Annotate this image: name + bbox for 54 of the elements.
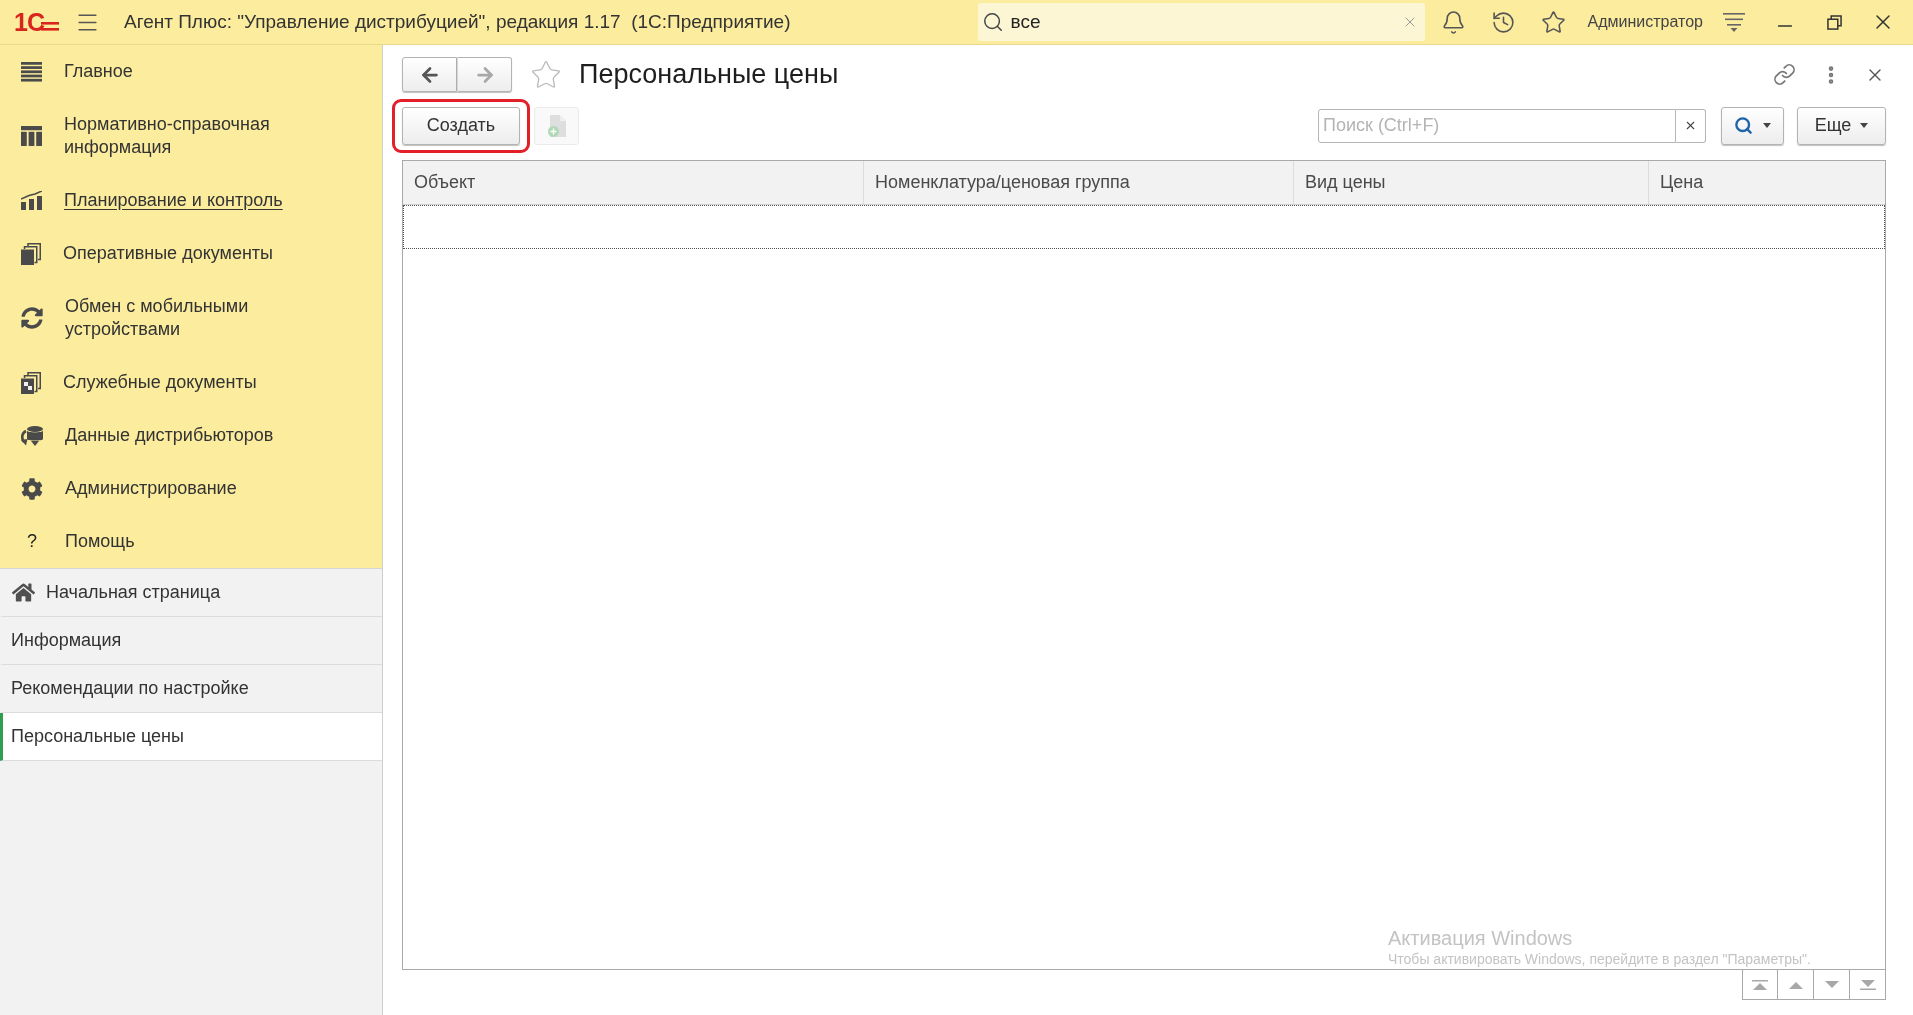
list-lines-icon: [21, 61, 42, 82]
database-icon: [21, 425, 43, 446]
refresh-icon: [21, 307, 43, 329]
caret-icon: [1860, 123, 1869, 128]
star-icon[interactable]: [530, 58, 562, 91]
history-icon[interactable]: [1490, 9, 1516, 35]
user-name[interactable]: Администратор: [1587, 10, 1703, 34]
bar-triangle-up-icon: [1752, 979, 1768, 990]
column-header[interactable]: Объект: [403, 161, 864, 204]
empty-row[interactable]: [403, 205, 1885, 249]
link-icon[interactable]: [1773, 63, 1796, 86]
section-link[interactable]: Нормативно-справочная информация: [21, 113, 354, 159]
search-field[interactable]: все: [977, 3, 1425, 41]
stacked-documents-icon: [21, 371, 41, 394]
bell-icon[interactable]: [1440, 9, 1466, 35]
app-logo: 1С: [14, 8, 59, 36]
settings-icon: [21, 477, 43, 500]
section-link[interactable]: ? Помощь: [21, 530, 135, 553]
add-document-icon: [547, 114, 566, 137]
more-button[interactable]: Еще: [1797, 106, 1886, 145]
star-icon[interactable]: [1540, 9, 1566, 35]
column-header[interactable]: Номенклатура/ценовая группа: [864, 161, 1294, 204]
column-header[interactable]: Вид цены: [1294, 161, 1649, 204]
back-button[interactable]: [402, 57, 457, 92]
triangle-down-bar-icon: [1859, 979, 1876, 990]
section-link[interactable]: Главное: [21, 60, 133, 83]
activation-title: Активация Windows: [1388, 926, 1574, 950]
triangle-down-icon: [1823, 979, 1840, 990]
caret-icon: [1763, 123, 1771, 128]
section-link[interactable]: Планирование и контроль: [21, 189, 283, 212]
activation-text: Чтобы активировать Windows, перейдите в раздел "Параметры".: [1388, 950, 1811, 968]
close-icon: [1684, 119, 1697, 132]
search-field[interactable]: Поиск (Ctrl+F): [1318, 108, 1676, 143]
create-button[interactable]: Создать: [402, 106, 520, 145]
restore-icon[interactable]: [1827, 14, 1842, 30]
home-icon: [12, 582, 35, 603]
section-link[interactable]: Служебные документы: [21, 371, 257, 394]
column-header[interactable]: Цена: [1649, 161, 1885, 204]
stacked-documents-icon: [21, 242, 41, 265]
search-button[interactable]: [1721, 106, 1784, 145]
open-page-tab[interactable]: Персональные цены: [0, 713, 382, 761]
help-icon: ?: [21, 530, 43, 553]
section-link[interactable]: Оперативные документы: [21, 242, 274, 265]
form-title: Персональные цены: [579, 58, 839, 92]
search-icon: [981, 11, 1004, 33]
columns-icon: [21, 126, 42, 146]
bar-chart-icon: [21, 191, 42, 210]
section-link[interactable]: Администрирование: [21, 477, 237, 500]
window-title: Агент Плюс: "Управление дистрибуцией", редакция 1.17 (1С:Предприятие): [123, 9, 791, 34]
search-icon: [1734, 116, 1753, 135]
section-link[interactable]: Данные дистрибьюторов: [21, 424, 274, 447]
lines-caret-icon[interactable]: [1723, 12, 1745, 32]
section-link[interactable]: Обмен с мобильными устройствами: [21, 295, 355, 341]
triangle-up-icon: [1787, 979, 1804, 990]
